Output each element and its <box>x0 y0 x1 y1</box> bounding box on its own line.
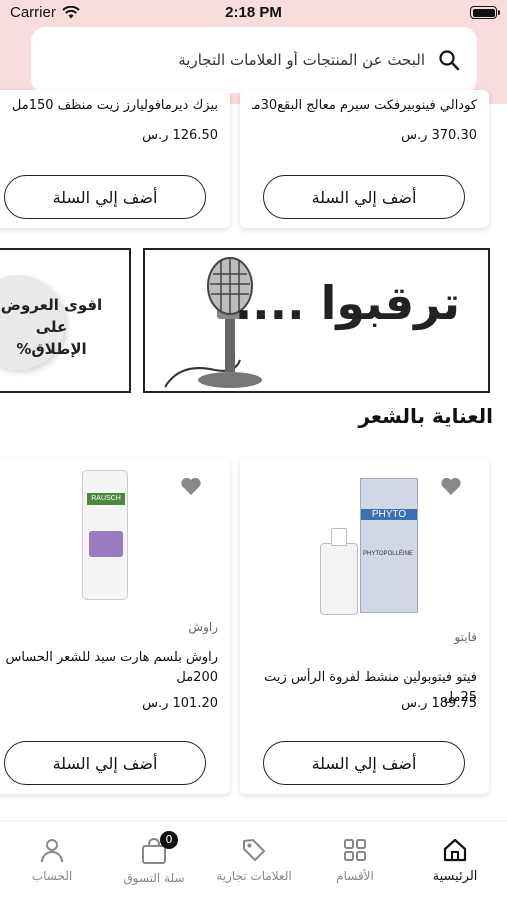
heart-icon[interactable] <box>440 476 462 496</box>
tab-home[interactable]: الرئيسية <box>405 837 505 884</box>
tab-bar: الرئيسية الأقسام العلامات تجارية 0 سلة ا… <box>0 820 507 900</box>
product-price: 189.75 ر.س <box>401 696 477 711</box>
tab-account-label: الحساب <box>31 869 73 883</box>
app-screen: Carrier 2:18 PM كودالي فينوبيرفكت سيرم م… <box>0 0 507 900</box>
status-time: 2:18 PM <box>225 4 282 21</box>
product-bottle <box>320 528 358 615</box>
battery-icon <box>470 6 500 19</box>
product-card[interactable]: كودالي فينوبيرفكت سيرم معالج البقع30مل 3… <box>240 90 489 228</box>
search-bar[interactable] <box>31 27 477 93</box>
product-name: راوش بلسم هارت سيد للشعر الحساس 200مل <box>5 650 218 685</box>
search-icon[interactable] <box>437 48 461 72</box>
add-to-cart-button[interactable]: أضف إلي السلة <box>4 175 206 219</box>
product-image: PHYTO PHYTOPOLLÉINE <box>300 478 430 618</box>
product-image: RAUSCH <box>82 470 128 600</box>
image-product-label: PHYTOPOLLÉINE <box>363 551 413 557</box>
tab-cart-label: سلة التسوق <box>123 871 185 885</box>
add-to-cart-button[interactable]: أضف إلي السلة <box>263 741 465 785</box>
tab-categories[interactable]: الأقسام <box>305 837 405 883</box>
tab-account[interactable]: الحساب <box>2 837 102 883</box>
label-graphic <box>89 531 123 557</box>
offers-banner[interactable]: اقوى العروض على الإطلاق% <box>0 248 131 393</box>
add-to-cart-button[interactable]: أضف إلي السلة <box>263 175 465 219</box>
product-brand: فايتو <box>454 630 477 644</box>
tab-brands[interactable]: العلامات تجارية <box>204 837 304 883</box>
product-card[interactable]: بيزك ديرمافوليارز زيت منظف 150مل 126.50 … <box>0 90 230 228</box>
tab-brands-label: العلامات تجارية <box>216 869 292 883</box>
product-price: 370.30 ر.س <box>401 128 477 143</box>
status-bar: Carrier 2:18 PM <box>0 0 507 28</box>
search-input[interactable] <box>47 51 425 69</box>
cart-badge: 0 <box>160 831 178 849</box>
product-card[interactable]: RAUSCH راوش راوش بلسم هارت سيد للشعر الح… <box>0 458 230 794</box>
tab-categories-label: الأقسام <box>336 869 374 883</box>
section-title-hair-care: العناية بالشعر <box>358 404 493 428</box>
product-price: 126.50 ر.س <box>142 128 218 143</box>
offers-line-2: على الإطلاق% <box>16 318 87 358</box>
product-box: PHYTO PHYTOPOLLÉINE <box>360 478 418 613</box>
tag-icon <box>243 839 265 861</box>
offers-banner-text: اقوى العروض على الإطلاق% <box>0 294 103 360</box>
product-card[interactable]: PHYTO PHYTOPOLLÉINE فايتو فيتو فيتوبولين… <box>240 458 489 794</box>
add-to-cart-button[interactable]: أضف إلي السلة <box>4 741 206 785</box>
home-icon <box>443 838 467 862</box>
image-brand-label: PHYTO <box>361 509 417 520</box>
product-price: 101.20 ر.س <box>142 696 218 711</box>
product-name: بيزك ديرمافوليارز زيت منظف 150مل <box>11 98 218 113</box>
person-icon <box>41 839 63 863</box>
coming-soon-banner[interactable]: ترقبوا .... <box>143 248 490 393</box>
coming-soon-text: ترقبوا .... <box>234 276 460 330</box>
tab-home-label: الرئيسية <box>432 869 478 884</box>
tab-cart[interactable]: 0 سلة التسوق <box>104 831 204 885</box>
grid-icon <box>344 839 366 861</box>
image-brand-label: RAUSCH <box>87 493 125 505</box>
heart-icon[interactable] <box>180 476 202 496</box>
product-brand: راوش <box>188 620 218 634</box>
product-name: كودالي فينوبيرفكت سيرم معالج البقع30مل <box>252 98 477 113</box>
offers-line-1: اقوى العروض <box>0 296 103 314</box>
